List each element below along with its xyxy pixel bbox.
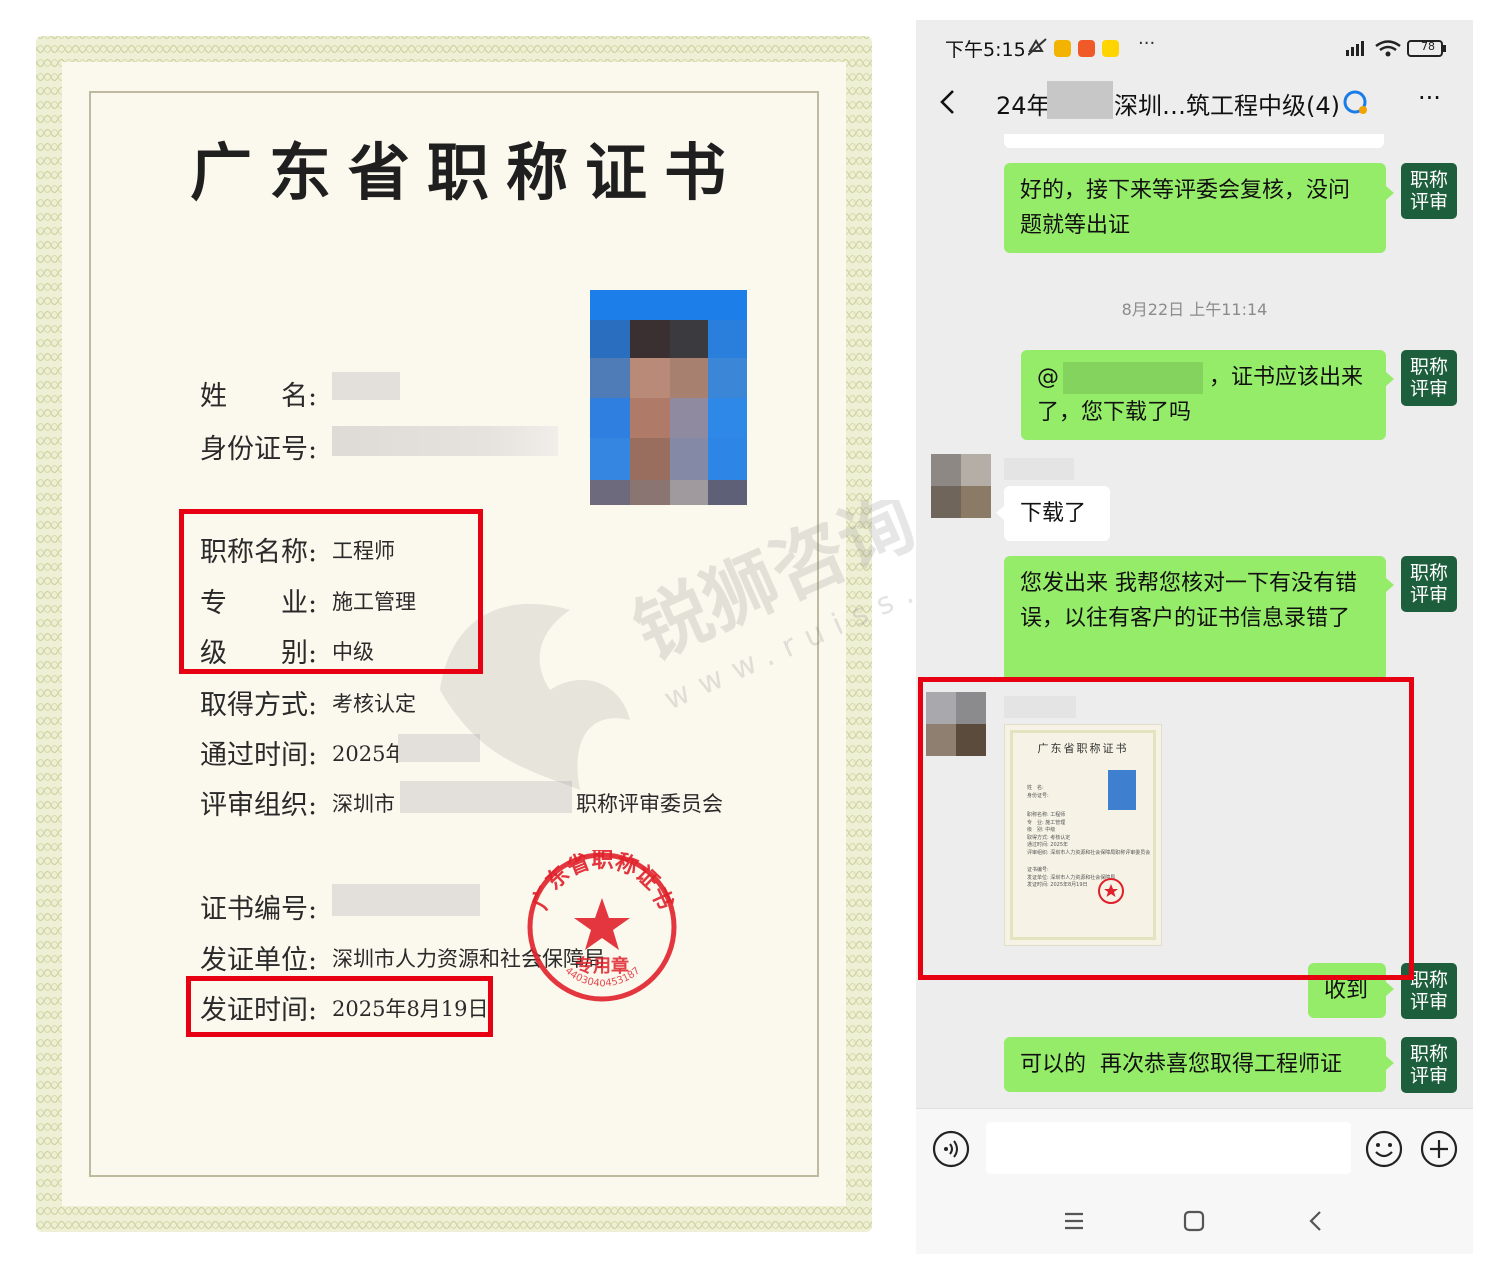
label-method: 取得方式:	[200, 690, 318, 721]
bubble-tail	[1386, 578, 1394, 592]
label-pass-time: 通过时间:	[200, 740, 318, 771]
label-name: 姓 名:	[200, 381, 318, 412]
message-bubble[interactable]: 好的，接下来等评委会复核，没问题就等出证	[1004, 163, 1386, 253]
label-issuer: 发证单位:	[200, 945, 318, 976]
bubble-tail	[1386, 1056, 1394, 1070]
svg-text:专用章: 专用章	[575, 955, 629, 977]
avatar[interactable]: 职称 评审	[1401, 1037, 1457, 1093]
message-bubble[interactable]: 下载了	[1004, 486, 1110, 541]
bubble-tail	[1386, 372, 1394, 386]
avatar[interactable]: 职称 评审	[1401, 350, 1457, 406]
message-bubble[interactable]: 可以的 再次恭喜您取得工程师证	[1004, 1037, 1386, 1092]
bubble-tail	[1386, 186, 1394, 200]
id-photo	[590, 290, 747, 505]
value-review-org-suffix: 职称评审委员会	[576, 792, 723, 816]
more-options-button[interactable]: ···	[1418, 84, 1441, 112]
value-pass-time: 2025年	[332, 742, 407, 766]
emoji-icon[interactable]	[1365, 1130, 1403, 1168]
mention-redacted	[1063, 362, 1203, 394]
avatar[interactable]: 职称 评审	[1401, 163, 1457, 219]
bubble-tail	[1386, 982, 1394, 996]
notification-icons	[1028, 38, 1119, 57]
chat-title-redacted	[1047, 81, 1113, 119]
chat-timestamp: 8月22日 上午11:14	[1121, 300, 1268, 319]
label-review-org: 评审组织:	[200, 790, 318, 821]
avatar[interactable]: 职称 评审	[1401, 556, 1457, 612]
message-input[interactable]	[986, 1122, 1351, 1174]
label-cert-number: 证书编号:	[200, 894, 318, 925]
chat-title-left: 24年	[996, 92, 1051, 120]
highlight-title-info	[179, 509, 483, 674]
avatar[interactable]	[931, 454, 991, 518]
menu-icon[interactable]	[1063, 1210, 1085, 1232]
status-bar: 下午5:15 ··· 78	[916, 20, 1473, 72]
pass-time-redacted	[398, 734, 480, 762]
group-chat-icon	[1343, 90, 1367, 114]
official-seal: 广东省职称证书 专用章 4403040453187	[527, 850, 678, 1002]
partial-message	[1004, 134, 1384, 148]
certificate: 广东省职称证书 姓 名: 身份证号: 职称名称: 工程师 专 业: 施工管理 级…	[0, 0, 980, 1267]
certificate-title: 广东省职称证书	[190, 136, 744, 209]
message-bubble[interactable]: @ ，证书应该出来了，您下载了吗	[1021, 350, 1386, 440]
home-icon[interactable]	[1183, 1210, 1205, 1232]
chat-title-right: 深圳…筑工程中级(4)	[1114, 92, 1340, 120]
plus-icon[interactable]	[1420, 1130, 1458, 1168]
bubble-tail	[996, 506, 1004, 520]
sender-name-redacted	[1004, 458, 1074, 480]
highlight-issue-date	[186, 976, 493, 1037]
message-bubble[interactable]: 您发出来 我帮您核对一下有没有错误，以往有客户的证书信息录错了	[1004, 556, 1386, 681]
voice-icon[interactable]	[932, 1130, 970, 1168]
value-review-org-prefix: 深圳市	[332, 792, 395, 816]
name-redacted	[332, 372, 400, 400]
back-icon[interactable]	[1305, 1210, 1327, 1232]
review-org-redacted	[400, 781, 572, 813]
value-method: 考核认定	[332, 692, 416, 716]
chevron-left-icon[interactable]	[938, 88, 958, 116]
chat-screen: 下午5:15 ··· 78 24年 深圳…筑工程中级(4) ··· 好的，接下来…	[916, 20, 1473, 1254]
battery-level: 78	[1421, 40, 1435, 53]
status-more: ···	[1138, 33, 1156, 54]
status-time: 下午5:15	[945, 39, 1026, 61]
highlight-image-message	[918, 677, 1414, 980]
label-id-number: 身份证号:	[200, 434, 318, 465]
id-number-redacted	[332, 426, 558, 456]
cert-number-redacted	[332, 884, 480, 916]
